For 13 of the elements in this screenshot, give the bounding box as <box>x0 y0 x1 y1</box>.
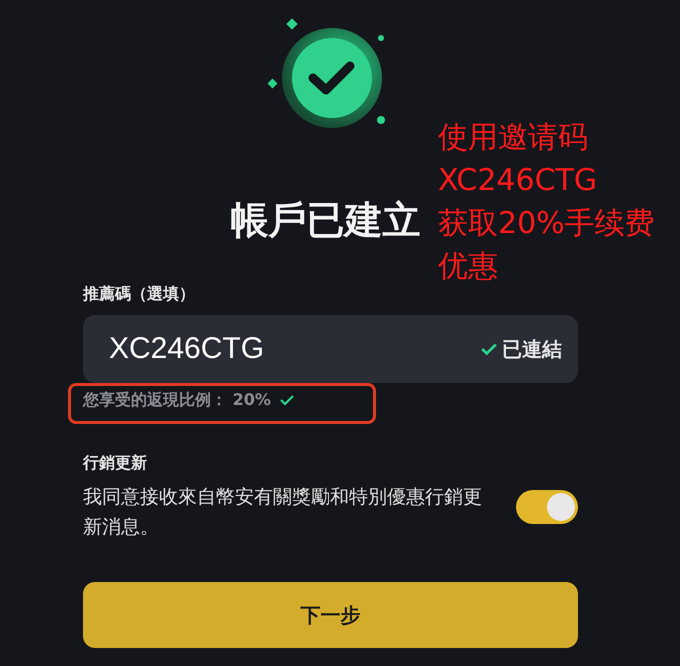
caption-text: 使用邀请码 <box>438 119 589 157</box>
caption-text: XC246CTG <box>438 162 598 200</box>
next-button[interactable]: 下一步 <box>83 582 578 648</box>
section-title: 行銷更新 <box>83 453 148 474</box>
field-label: 推薦碼（選填） <box>83 284 196 305</box>
status-text: 已連結 <box>502 336 562 362</box>
consent-text: 我同意接收來自幣安有關獎勵和特別優惠行銷更新消息。 <box>83 485 483 540</box>
page-title: 帳戶已建立 <box>230 197 420 244</box>
caption-text: 获取20%手续费 <box>438 205 655 243</box>
referral-code-field[interactable]: XC246CTG 已連結 <box>83 315 578 383</box>
marketing-toggle[interactable] <box>516 490 578 524</box>
rebate-text: 您享受的返現比例： 20% <box>83 390 271 410</box>
caption-text: 优惠 <box>438 248 499 286</box>
